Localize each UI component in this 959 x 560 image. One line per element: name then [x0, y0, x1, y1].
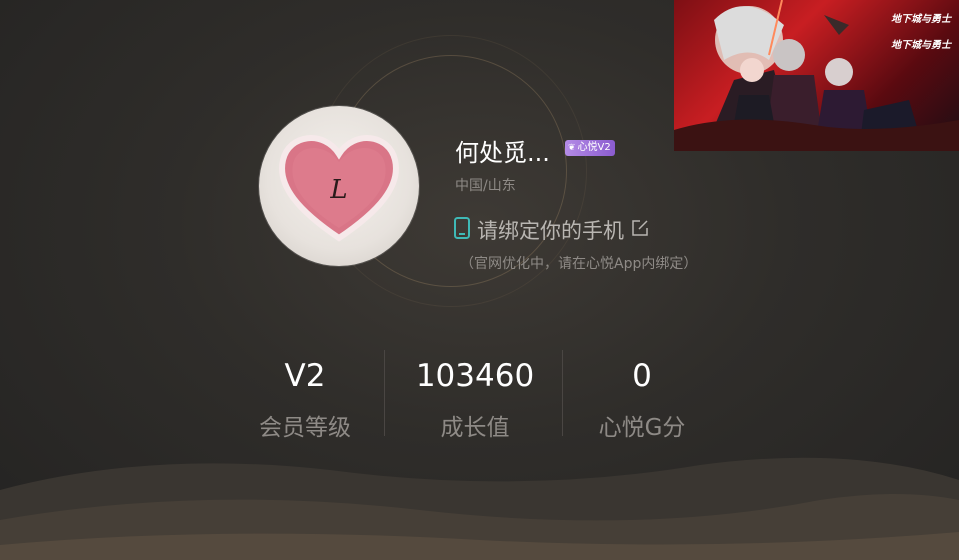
vip-badge: ❦ 心悦V2: [565, 140, 615, 156]
phone-bind-note: （官网优化中，请在心悦App内绑定）: [460, 256, 698, 272]
bottom-wave-decor: [0, 457, 959, 560]
bind-phone-link[interactable]: 请绑定你的手机: [453, 215, 650, 245]
stat-value: V2: [284, 358, 326, 394]
stat-member-level: V2 会员等级: [215, 356, 395, 442]
nickname: 何处觅...: [455, 139, 550, 167]
stat-value: 0: [632, 358, 652, 394]
stat-label: 会员等级: [259, 415, 351, 441]
stat-label: 成长值: [440, 415, 510, 441]
phone-icon: [453, 217, 471, 243]
bind-phone-label: 请绑定你的手机: [477, 219, 624, 243]
region-text: 中国/山东: [455, 178, 516, 194]
vip-badge-label: 心悦V2: [577, 142, 611, 153]
heart-avatar-image: L: [279, 135, 399, 242]
game-logo: 地下城与勇士: [891, 14, 951, 25]
stat-g-points: 0 心悦G分: [552, 356, 732, 442]
avatar-letter: L: [329, 175, 347, 205]
avatar[interactable]: L: [259, 106, 419, 266]
edit-icon[interactable]: [630, 218, 650, 242]
vip-wing-icon: ❦: [568, 143, 576, 153]
stat-value: 103460: [415, 358, 535, 394]
game-logo: 地下城与勇士: [891, 40, 951, 51]
stat-label: 心悦G分: [598, 415, 686, 441]
stat-growth-value: 103460 成长值: [385, 356, 565, 442]
game-ad-banner[interactable]: 地下城与勇士 地下城与勇士: [674, 0, 959, 151]
